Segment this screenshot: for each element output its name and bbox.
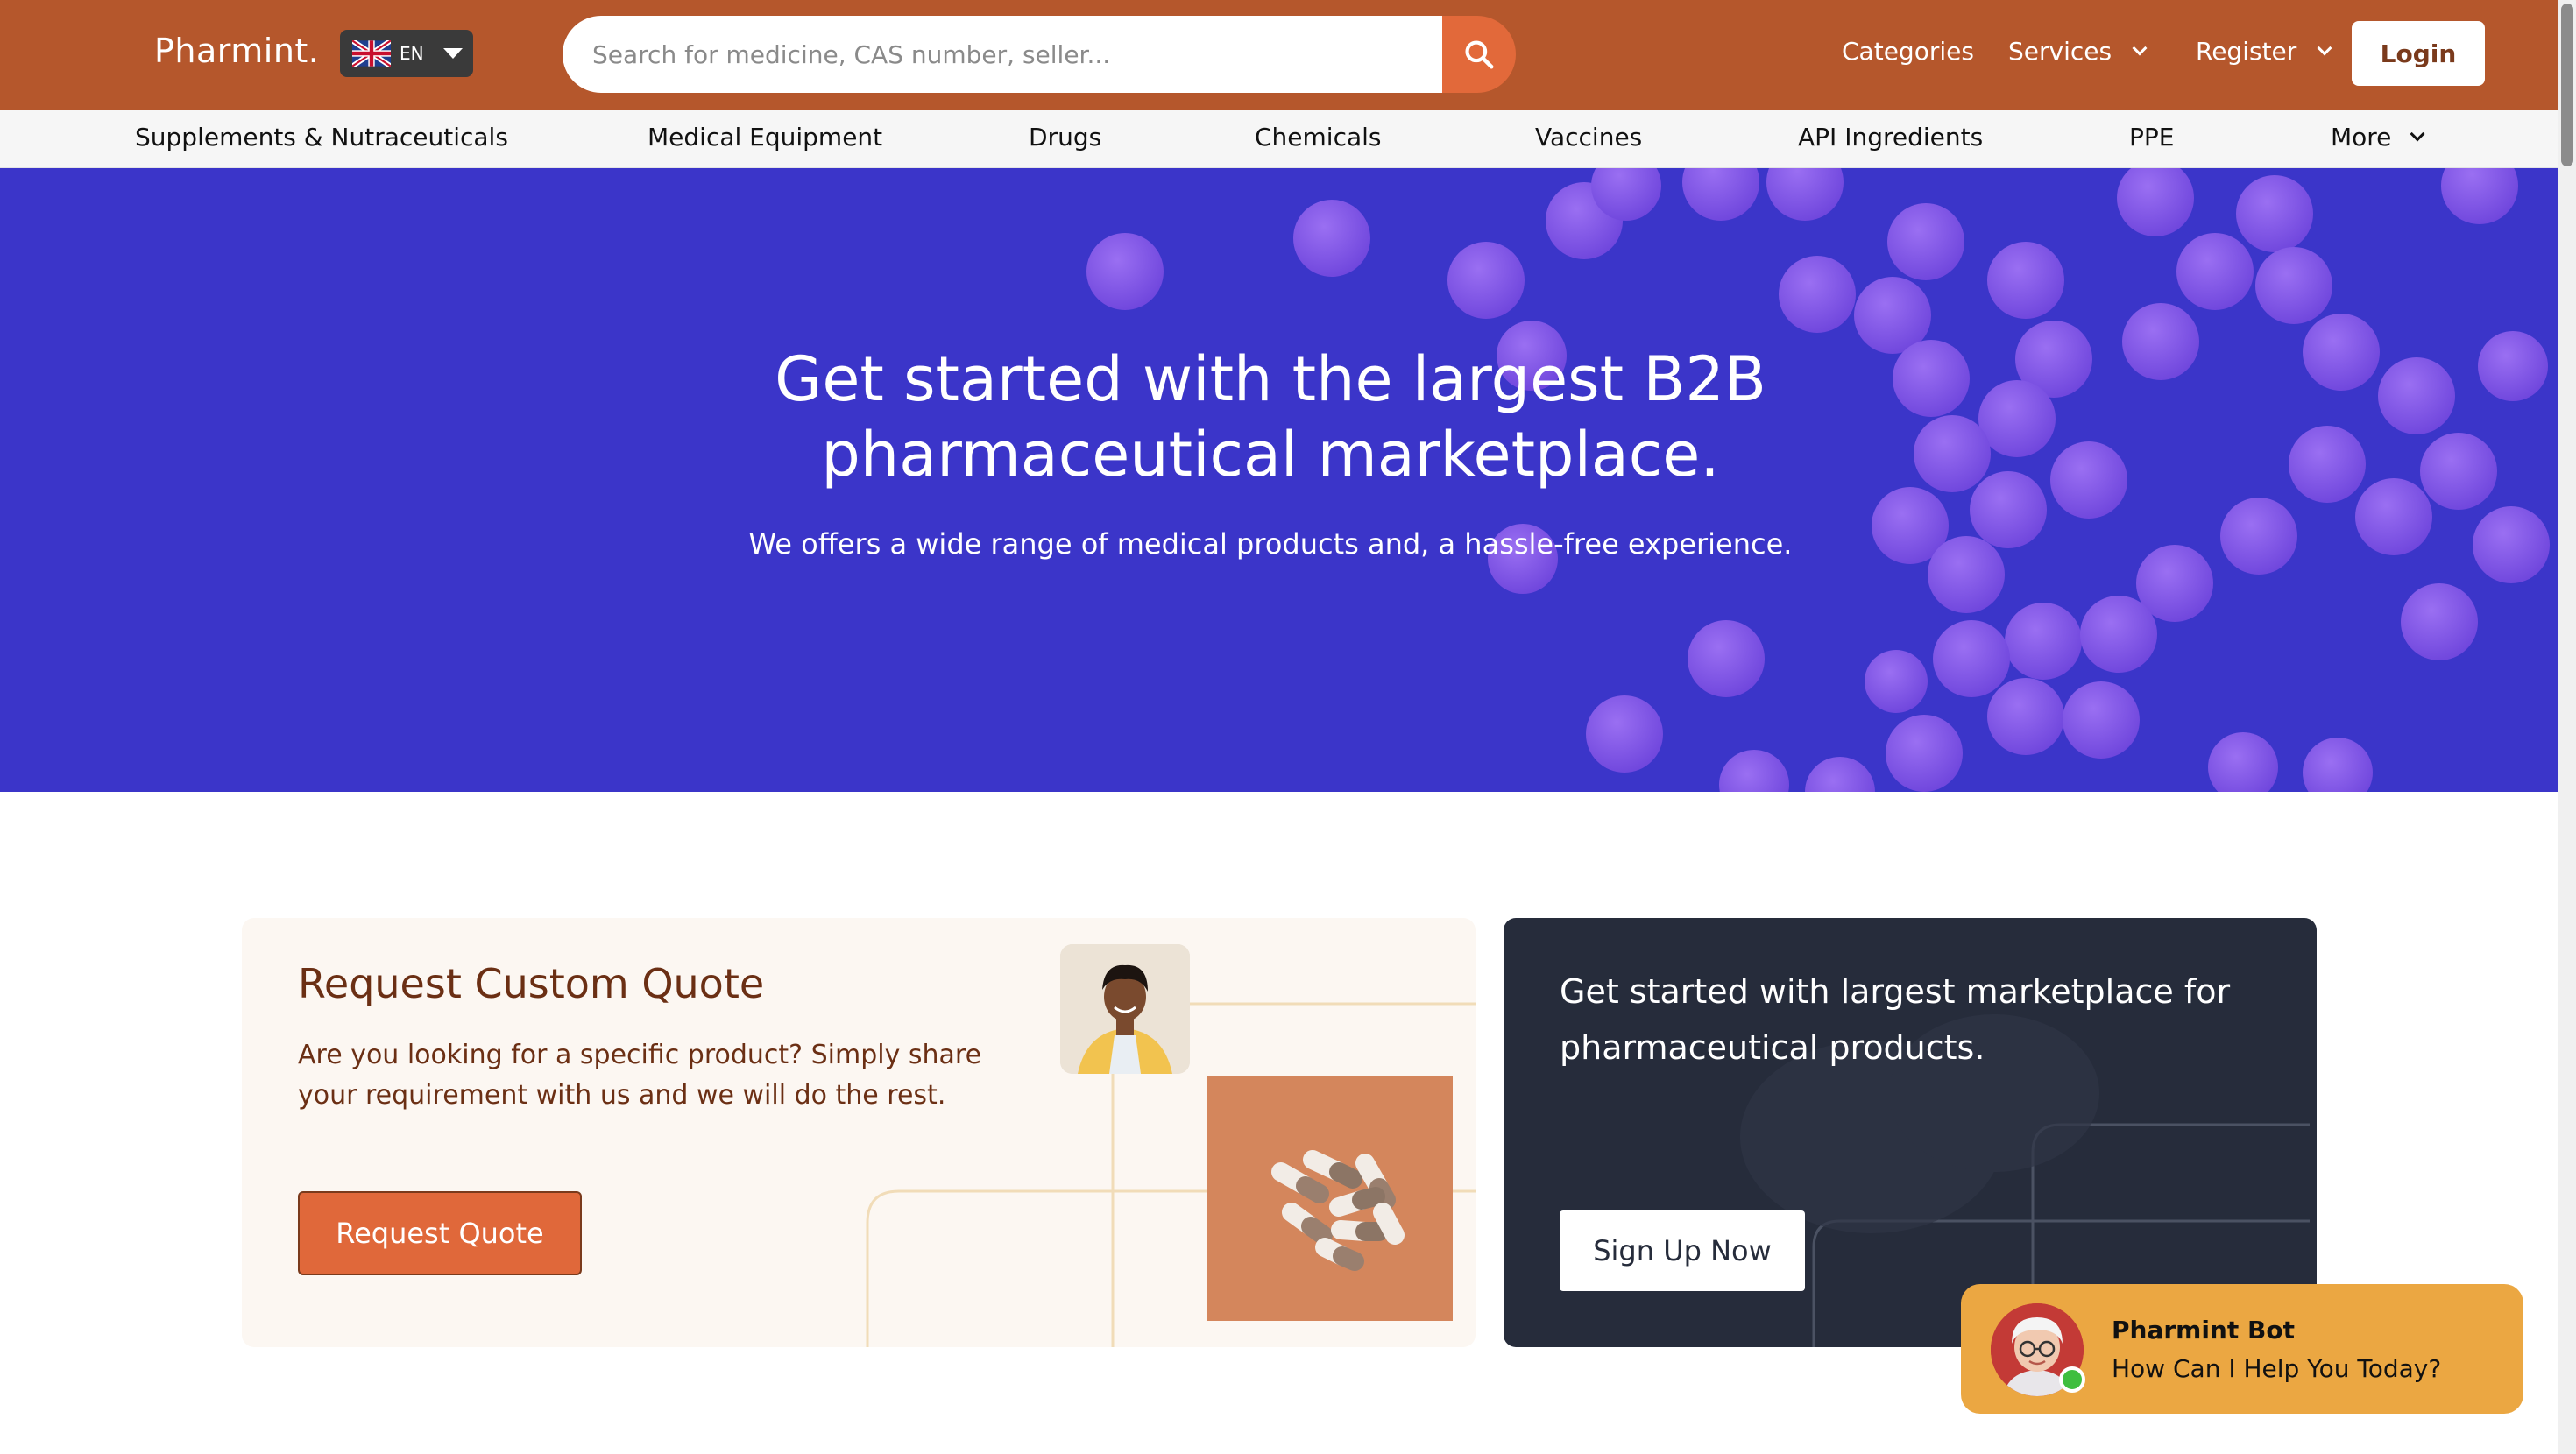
chat-bot-widget[interactable]: Pharmint Bot How Can I Help You Today?: [1961, 1284, 2523, 1414]
hero-title-line2: pharmaceutical marketplace.: [821, 419, 1720, 491]
language-code: EN: [400, 43, 424, 64]
nav-register-label: Register: [2196, 37, 2297, 66]
nav-register[interactable]: Register: [2196, 37, 2332, 66]
sign-up-button[interactable]: Sign Up Now: [1560, 1210, 1805, 1291]
uk-flag-icon: [352, 40, 391, 67]
request-quote-button[interactable]: Request Quote: [298, 1191, 582, 1275]
hero-title-line1: Get started with the largest B2B: [775, 343, 1766, 415]
hero-title: Get started with the largest B2B pharmac…: [0, 342, 2541, 492]
language-selector[interactable]: EN: [340, 30, 473, 77]
search-input[interactable]: [563, 16, 1442, 93]
nav-categories[interactable]: Categories: [1842, 37, 1974, 66]
site-logo[interactable]: Pharmint.: [154, 32, 319, 70]
category-bar: Supplements & Nutraceuticals Medical Equ…: [0, 110, 2558, 168]
category-supplements[interactable]: Supplements & Nutraceuticals: [135, 123, 508, 152]
hero-subtitle: We offers a wide range of medical produc…: [748, 527, 1793, 561]
page-scrollbar[interactable]: [2558, 0, 2576, 1454]
category-medical-equipment[interactable]: Medical Equipment: [648, 123, 882, 152]
scrollbar-thumb[interactable]: [2561, 4, 2573, 166]
search-icon: [1465, 40, 1494, 69]
chevron-down-icon: [2317, 40, 2332, 55]
category-more[interactable]: More: [2331, 123, 2425, 152]
quote-title: Request Custom Quote: [298, 960, 765, 1007]
hero-banner: Get started with the largest B2B pharmac…: [0, 168, 2558, 792]
chevron-down-icon: [2132, 40, 2148, 55]
category-ppe[interactable]: PPE: [2129, 123, 2174, 152]
nav-services-label: Services: [2008, 37, 2112, 66]
top-header: Pharmint. EN Categories Services Registe…: [0, 0, 2558, 110]
signup-card: Get started with largest marketplace for…: [1504, 918, 2317, 1347]
search-bar: [563, 16, 1516, 93]
category-drugs[interactable]: Drugs: [1029, 123, 1101, 152]
search-button[interactable]: [1442, 16, 1516, 93]
nav-services[interactable]: Services: [2008, 37, 2148, 66]
request-quote-card: Request Custom Quote Are you looking for…: [242, 918, 1476, 1347]
bot-message: How Can I Help You Today?: [2112, 1354, 2442, 1383]
quote-description: Are you looking for a specific product? …: [298, 1040, 982, 1111]
capsules-photo: [1207, 1076, 1453, 1321]
category-vaccines[interactable]: Vaccines: [1535, 123, 1642, 152]
signup-title: Get started with largest marketplace for…: [1560, 972, 2231, 1067]
bot-name: Pharmint Bot: [2112, 1316, 2295, 1345]
person-photo: [1060, 944, 1190, 1074]
login-button[interactable]: Login: [2352, 21, 2485, 86]
chevron-down-icon: [2410, 126, 2425, 141]
category-more-label: More: [2331, 123, 2392, 152]
category-chemicals[interactable]: Chemicals: [1255, 123, 1382, 152]
caret-down-icon: [442, 48, 463, 59]
online-status-indicator: [2059, 1366, 2085, 1393]
category-api-ingredients[interactable]: API Ingredients: [1798, 123, 1983, 152]
